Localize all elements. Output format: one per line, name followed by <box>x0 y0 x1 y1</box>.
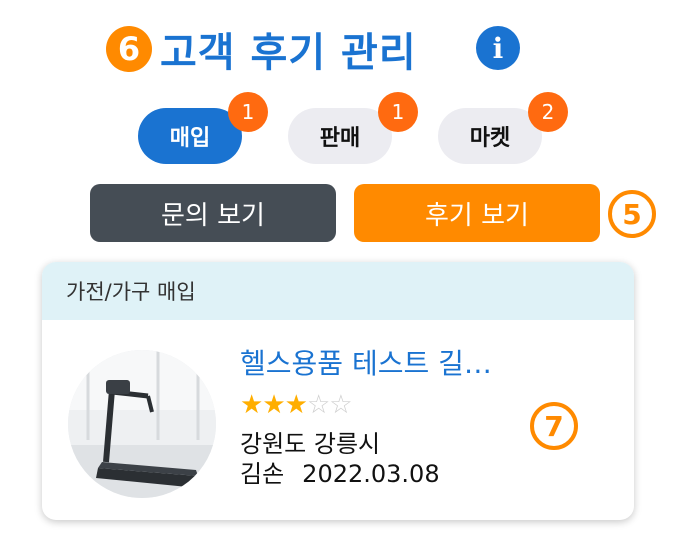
star-filled-icon: ★ <box>284 390 308 420</box>
star-empty-icon: ☆ <box>329 390 352 420</box>
step-marker-6: 6 <box>106 26 152 72</box>
tab-sale[interactable]: 판매 <box>288 108 392 164</box>
star-filled-icon: ★ <box>240 390 263 420</box>
view-inquiries-label: 문의 보기 <box>161 200 265 231</box>
card-category: 가전/가구 매입 <box>42 262 634 320</box>
tab-market-label: 마켓 <box>469 126 511 151</box>
tab-sale-badge: 1 <box>378 92 418 132</box>
treadmill-image <box>68 350 216 498</box>
product-thumbnail <box>68 350 216 498</box>
tab-purchase[interactable]: 매입 <box>138 108 242 164</box>
review-meta: 김손 2022.03.08 <box>240 454 440 489</box>
view-reviews-label: 후기 보기 <box>425 200 529 231</box>
star-filled-icon: ★ <box>262 390 285 420</box>
tab-sale-label: 판매 <box>319 126 361 151</box>
review-card[interactable]: 가전/가구 매입 헬스용품 테스트 길… ★★★☆☆ 강원도 강릉시 김손 202… <box>42 262 634 520</box>
star-rating: ★★★☆☆ <box>240 390 353 420</box>
star-empty-icon: ☆ <box>306 390 330 420</box>
view-inquiries-button[interactable]: 문의 보기 <box>90 184 336 242</box>
review-date: 2022.03.08 <box>302 460 440 488</box>
view-reviews-button[interactable]: 후기 보기 <box>354 184 600 242</box>
tab-market-badge: 2 <box>528 92 568 132</box>
tab-purchase-label: 매입 <box>169 126 211 151</box>
step-marker-5: 5 <box>608 190 656 238</box>
tab-market[interactable]: 마켓 <box>438 108 542 164</box>
review-item-title[interactable]: 헬스용품 테스트 길… <box>240 342 492 382</box>
step-marker-7: 7 <box>530 402 578 450</box>
tab-purchase-badge: 1 <box>228 92 268 132</box>
card-category-label: 가전/가구 매입 <box>66 280 196 304</box>
review-author: 김손 <box>240 460 285 488</box>
page-title: 고객 후기 관리 <box>160 30 417 76</box>
info-icon[interactable]: i <box>476 26 520 70</box>
